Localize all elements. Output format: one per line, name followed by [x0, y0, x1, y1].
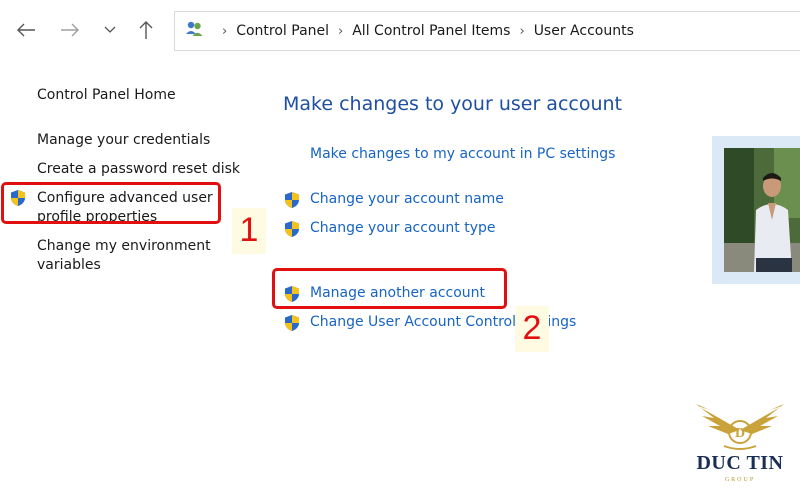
sidebar-item-password-reset-disk[interactable]: Create a password reset disk: [37, 160, 240, 179]
highlight-box-step-2: [272, 268, 507, 309]
sidebar-item-label: Change my environment: [37, 238, 211, 254]
back-button[interactable]: [14, 18, 38, 42]
arrow-up-icon: [139, 21, 153, 39]
duc-tin-logo: D DUC TIN GROUP: [690, 400, 790, 492]
sidebar-item-control-panel-home[interactable]: Control Panel Home: [37, 86, 176, 105]
account-picture-frame: [712, 136, 800, 284]
chevron-right-icon: ›: [519, 23, 525, 39]
chevron-right-icon: ›: [222, 23, 228, 39]
page-title: Make changes to your user account: [283, 93, 623, 115]
forward-button[interactable]: [58, 18, 82, 42]
address-bar[interactable]: › Control Panel › All Control Panel Item…: [174, 11, 800, 51]
step-number-2: 2: [515, 306, 549, 352]
breadcrumb-all-items[interactable]: All Control Panel Items: [352, 23, 510, 39]
navigation-bar: › Control Panel › All Control Panel Item…: [0, 0, 800, 66]
uac-shield-icon: [285, 315, 299, 331]
chevron-down-icon: [104, 26, 116, 33]
arrow-left-icon: [17, 23, 35, 37]
change-account-type-link[interactable]: Change your account type: [310, 219, 495, 238]
recent-locations-button[interactable]: [98, 18, 122, 42]
chevron-right-icon: ›: [338, 23, 344, 39]
sidebar-item-environment-variables[interactable]: Change my environment variables: [37, 237, 211, 275]
logo-subtitle: GROUP: [724, 477, 756, 483]
highlight-box-step-1: [1, 182, 221, 224]
account-picture[interactable]: [724, 148, 800, 272]
change-account-name-link[interactable]: Change your account name: [310, 190, 504, 209]
users-icon: [185, 20, 205, 42]
step-number-1: 1: [232, 208, 266, 254]
svg-text:D: D: [735, 426, 745, 441]
up-button[interactable]: [134, 18, 158, 42]
uac-shield-icon: [285, 221, 299, 237]
logo-name: DUC TIN: [696, 452, 784, 474]
sidebar-item-manage-credentials[interactable]: Manage your credentials: [37, 131, 210, 150]
sidebar-item-label: variables: [37, 257, 101, 273]
pc-settings-link[interactable]: Make changes to my account in PC setting…: [310, 145, 615, 164]
winged-monogram-icon: D: [696, 404, 784, 450]
breadcrumb-control-panel[interactable]: Control Panel: [236, 23, 329, 39]
breadcrumb-user-accounts[interactable]: User Accounts: [534, 23, 634, 39]
uac-shield-icon: [285, 192, 299, 208]
arrow-right-icon: [61, 23, 79, 37]
